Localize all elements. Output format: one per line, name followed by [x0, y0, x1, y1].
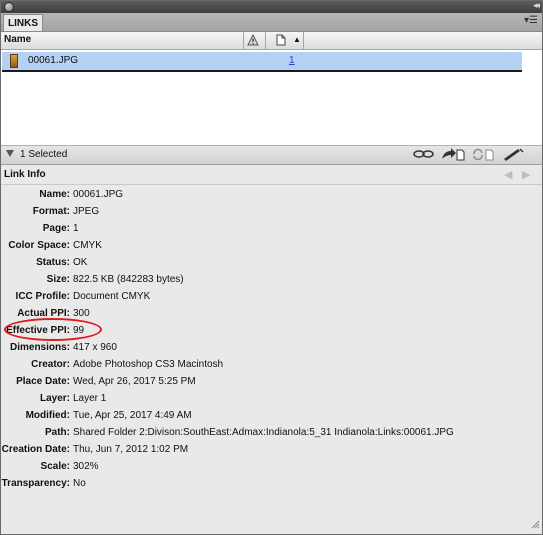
selection-status-bar: 1 Selected	[1, 145, 542, 165]
info-row: Scale: 302%	[1, 459, 542, 476]
page-icon[interactable]	[276, 34, 286, 49]
previous-link-icon[interactable]: ◀	[504, 168, 512, 181]
info-row: Size: 822.5 KB (842283 bytes)	[1, 272, 542, 289]
info-value: 822.5 KB (842283 bytes)	[73, 274, 184, 285]
info-value: JPEG	[73, 206, 100, 217]
info-label: Path:	[45, 427, 70, 438]
info-value: Document CMYK	[73, 291, 151, 302]
info-value: CMYK	[73, 240, 102, 251]
info-value: Adobe Photoshop CS3 Macintosh	[73, 359, 224, 370]
column-divider	[303, 32, 304, 49]
list-item[interactable]: 00061.JPG 1	[2, 52, 522, 72]
panel-title-bar[interactable]: ◂◂	[1, 1, 542, 13]
info-label: Name:	[39, 189, 70, 200]
tab-links[interactable]: LINKS	[3, 14, 43, 31]
info-row: Transparency: No	[1, 476, 542, 493]
info-row: Path: Shared Folder 2:Divison:SouthEast:A…	[1, 425, 542, 442]
column-header: Name ▲	[1, 32, 542, 50]
go-to-link-icon[interactable]	[441, 148, 465, 164]
info-row: Status: OK	[1, 255, 542, 272]
info-label: Layer:	[39, 393, 70, 404]
info-value: Tue, Apr 25, 2017 4:49 AM	[73, 410, 192, 421]
links-list[interactable]: 00061.JPG 1	[1, 50, 542, 145]
selection-count: 1 Selected	[20, 149, 68, 160]
info-label: Creator:	[31, 359, 70, 370]
info-label: Color Space:	[8, 240, 70, 251]
tab-row: LINKS ▾☰	[1, 13, 542, 32]
info-row: ICC Profile: Document CMYK	[1, 289, 542, 306]
double-arrow-icon[interactable]: ◂◂	[533, 1, 540, 11]
next-link-icon[interactable]: ▶	[522, 168, 530, 181]
links-panel: ◂◂ LINKS ▾☰ Name ▲ 00061.JPG 1 1 Selecte…	[0, 0, 543, 535]
info-label: Place Date:	[16, 376, 70, 387]
name-column-header[interactable]: Name	[4, 34, 31, 45]
link-file-name: 00061.JPG	[28, 55, 79, 66]
link-info-header: Link Info ◀ ▶	[1, 166, 542, 185]
update-link-icon[interactable]	[472, 148, 496, 164]
info-row: Place Date: Wed, Apr 26, 2017 5:25 PM	[1, 374, 542, 391]
link-info-title: Link Info	[4, 169, 46, 180]
info-value: OK	[73, 257, 88, 268]
image-thumbnail-icon	[10, 54, 18, 68]
info-value: 302%	[73, 461, 99, 472]
warning-icon[interactable]	[247, 33, 259, 49]
info-row: Layer: Layer 1	[1, 391, 542, 408]
column-divider	[243, 32, 244, 49]
info-label: Status:	[36, 257, 70, 268]
info-label: Scale:	[40, 461, 70, 472]
info-value: 300	[73, 308, 90, 319]
info-label: ICC Profile:	[15, 291, 70, 302]
column-divider	[265, 32, 266, 49]
info-label: Format:	[32, 206, 70, 217]
info-value: 417 x 960	[73, 342, 117, 353]
page-number-link[interactable]: 1	[289, 55, 295, 66]
info-value: Wed, Apr 26, 2017 5:25 PM	[73, 376, 196, 387]
close-icon[interactable]	[4, 2, 14, 12]
info-value: Shared Folder 2:Divison:SouthEast:Admax:…	[73, 427, 454, 438]
info-label: Modified:	[25, 410, 70, 421]
effective-ppi-highlight	[4, 318, 102, 341]
info-value: 00061.JPG	[73, 189, 124, 200]
info-value: Thu, Jun 7, 2012 1:02 PM	[73, 444, 189, 455]
info-value: No	[73, 478, 86, 489]
panel-menu-icon[interactable]: ▾☰	[524, 15, 538, 26]
relink-icon[interactable]	[413, 148, 435, 163]
info-label: Dimensions:	[9, 342, 70, 353]
info-label: Size:	[46, 274, 70, 285]
info-row: Dimensions: 417 x 960	[1, 340, 542, 357]
info-row: Creation Date: Thu, Jun 7, 2012 1:02 PM	[1, 442, 542, 459]
info-row: Creator: Adobe Photoshop CS3 Macintosh	[1, 357, 542, 374]
resize-grip-icon[interactable]	[530, 519, 540, 532]
info-row: Format: JPEG	[1, 204, 542, 221]
info-value: 1	[73, 223, 79, 234]
info-row: Modified: Tue, Apr 25, 2017 4:49 AM	[1, 408, 542, 425]
sort-ascending-icon[interactable]: ▲	[293, 35, 301, 44]
info-label: Transparency:	[1, 478, 70, 489]
info-row: Page: 1	[1, 221, 542, 238]
info-label: Creation Date:	[1, 444, 70, 455]
info-value: Layer 1	[73, 393, 107, 404]
edit-original-icon[interactable]	[502, 148, 526, 164]
info-row: Name: 00061.JPG	[1, 187, 542, 204]
info-label: Page:	[42, 223, 70, 234]
disclosure-triangle-icon[interactable]	[6, 150, 14, 157]
info-row: Color Space: CMYK	[1, 238, 542, 255]
